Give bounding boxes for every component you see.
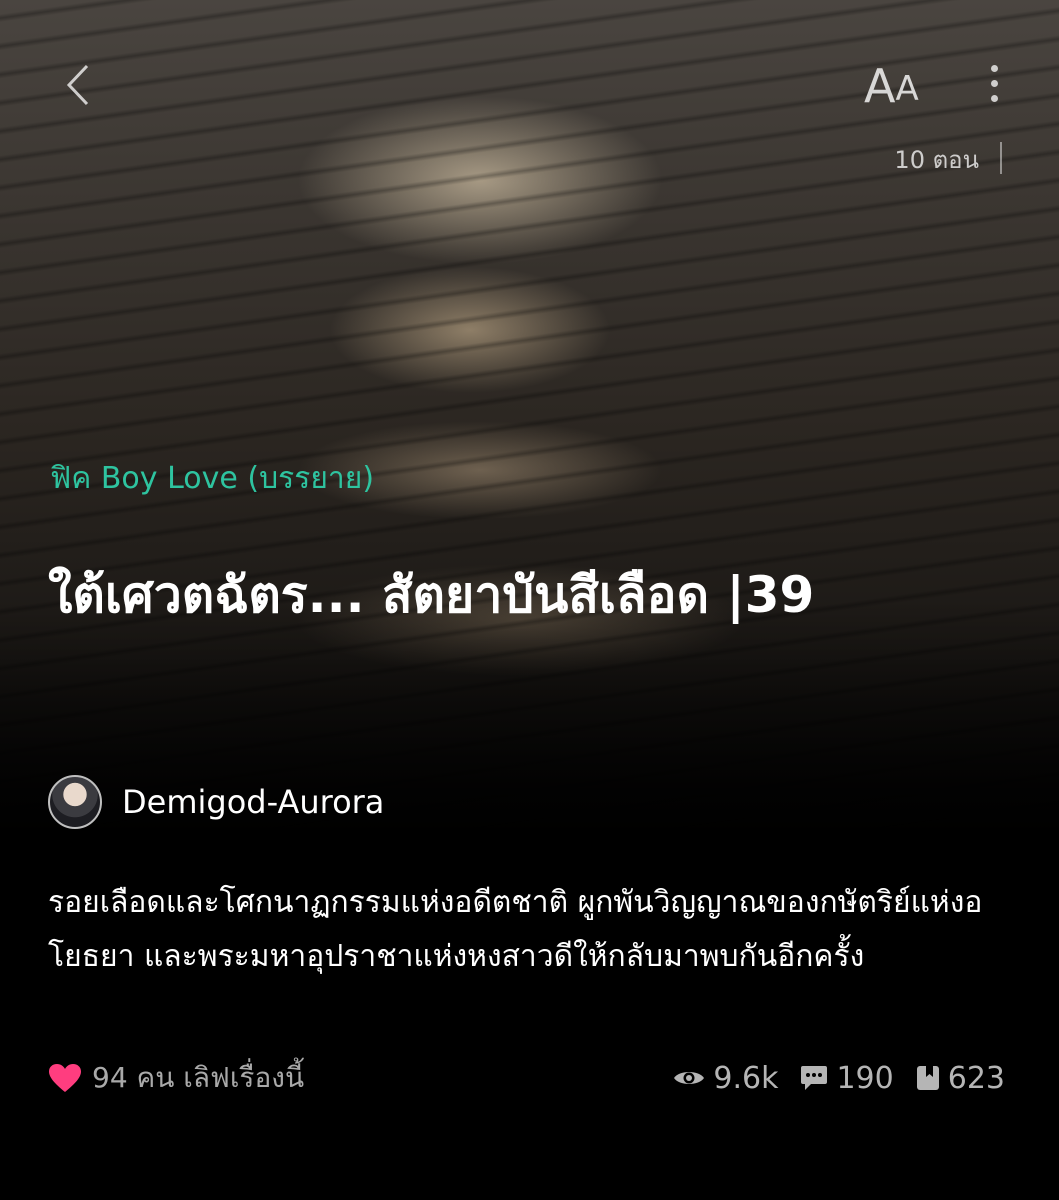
cover-image bbox=[0, 0, 1059, 860]
bookmarks-count: 623 bbox=[947, 1060, 1005, 1096]
heart-icon bbox=[49, 1064, 81, 1092]
author-name[interactable]: Demigod-Aurora bbox=[122, 783, 384, 821]
episode-count: 10 ตอน bbox=[894, 146, 979, 174]
more-options-button[interactable] bbox=[980, 58, 1008, 108]
comment-icon bbox=[801, 1066, 828, 1090]
bookmarks-stat: 623 bbox=[916, 1061, 1005, 1096]
more-vertical-icon bbox=[990, 64, 998, 72]
font-size-label-small: A bbox=[895, 69, 919, 109]
views-count: 9.6k bbox=[713, 1060, 779, 1096]
love-count-label: 94 คน เลิฟเรื่องนี้ bbox=[92, 1061, 305, 1094]
comments-stat: 190 bbox=[800, 1060, 894, 1096]
chevron-left-icon bbox=[66, 64, 89, 106]
story-category[interactable]: ฟิค Boy Love (บรรยาย) bbox=[50, 455, 374, 502]
eye-icon bbox=[674, 1072, 705, 1084]
comments-count: 190 bbox=[836, 1060, 894, 1096]
story-title: ใต้เศวตฉัตร... สัตยาบันสีเลือด |39 bbox=[48, 566, 815, 624]
story-synopsis: รอยเลือดและโศกนาฏกรรมแห่งอดีตชาติ ผูกพัน… bbox=[48, 885, 983, 974]
author-row[interactable]: Demigod-Aurora bbox=[48, 774, 384, 830]
author-avatar[interactable] bbox=[48, 775, 102, 829]
views-stat: 9.6k bbox=[673, 1061, 778, 1096]
back-button[interactable] bbox=[58, 60, 98, 110]
bookmark-icon bbox=[916, 1066, 939, 1090]
font-size-button[interactable]: A A bbox=[864, 55, 919, 111]
font-size-label-big: A bbox=[864, 59, 896, 113]
story-stats: 9.6k 190 623 bbox=[673, 1058, 1005, 1098]
love-button[interactable]: 94 คน เลิฟเรื่องนี้ bbox=[48, 1058, 304, 1098]
episode-divider bbox=[1000, 142, 1002, 174]
